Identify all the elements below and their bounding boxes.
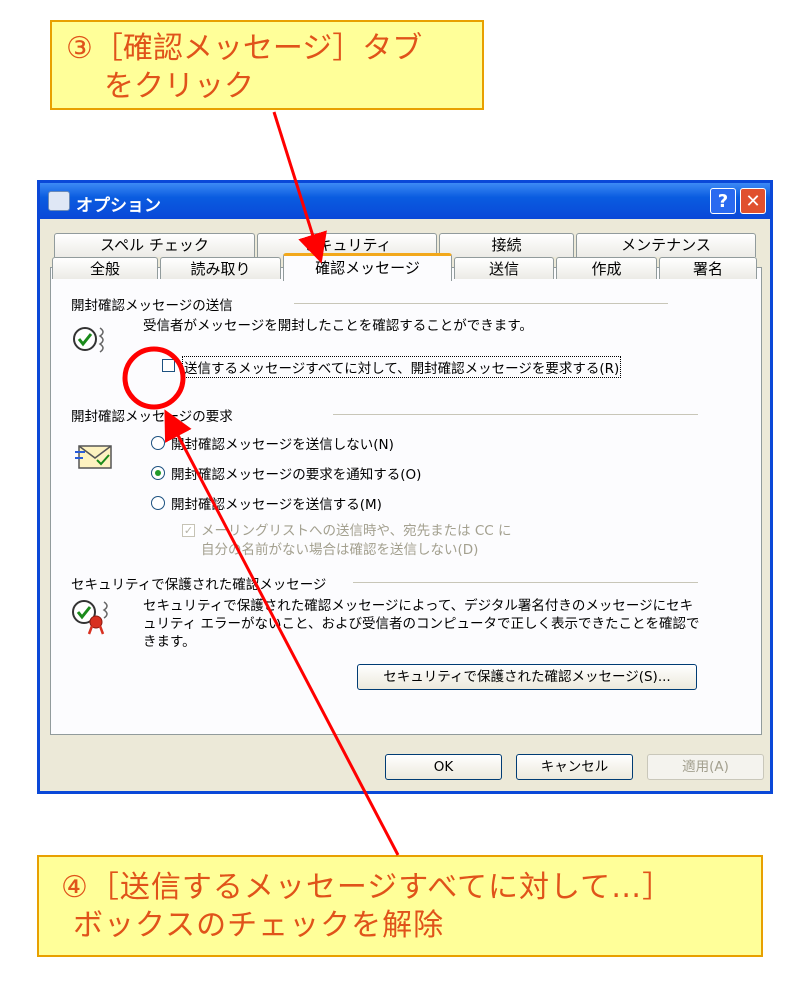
secure-receipt-description-line3: きます。: [143, 634, 196, 650]
callout-step-3: ③［確認メッセージ］タブ をクリック: [50, 20, 484, 110]
tab-signatures[interactable]: 署名: [659, 257, 757, 279]
help-button[interactable]: ?: [710, 188, 736, 214]
never-send-receipt-label[interactable]: 開封確認メッセージを送信しない(N): [171, 433, 394, 453]
tab-general[interactable]: 全般: [52, 257, 158, 279]
notify-receipt-radio[interactable]: [151, 466, 165, 480]
callout-step-4-line1: ④［送信するメッセージすべてに対して…］: [61, 870, 674, 905]
tab-read[interactable]: 読み取り: [160, 257, 281, 279]
title-bar[interactable]: オプション ? ✕: [40, 183, 770, 219]
tab-connection[interactable]: 接続: [439, 233, 574, 257]
mailing-list-label-line2[interactable]: 自分の名前がない場合は確認を送信しない(D): [201, 538, 478, 558]
always-send-receipt-label[interactable]: 開封確認メッセージを送信する(M): [171, 493, 382, 513]
tab-spell-check[interactable]: スペル チェック: [54, 233, 255, 257]
secure-receipt-ribbon-icon: [72, 600, 108, 635]
section-heading-secure-receipt: セキュリティで保護された確認メッセージ: [71, 577, 327, 593]
app-icon: [48, 191, 70, 211]
callout-step-3-line2: をクリック: [104, 69, 254, 104]
notify-receipt-label[interactable]: 開封確認メッセージの要求を通知する(O): [171, 463, 421, 483]
section-heading-request-receipt: 開封確認メッセージの要求: [71, 409, 233, 425]
section-divider: [353, 582, 698, 583]
tab-compose[interactable]: 作成: [556, 257, 657, 279]
request-all-receipt-checkbox[interactable]: [162, 359, 175, 372]
callout-step-3-line1: ③［確認メッセージ］タブ: [66, 31, 423, 66]
checkmark-receipt-icon: [73, 327, 104, 353]
secure-receipt-description-line2: ュリティ エラーがないこと、および受信者のコンピュータで正しく表示できたことを確…: [143, 616, 700, 632]
tab-send[interactable]: 送信: [454, 257, 554, 279]
secure-receipt-description-line1: セキュリティで保護された確認メッセージによって、デジタル署名付きのメッセージにセ…: [143, 598, 694, 614]
section-divider: [333, 414, 698, 415]
callout-step-4-line2: ボックスのチェックを解除: [73, 908, 445, 943]
send-receipt-description: 受信者がメッセージを開封したことを確認することができます。: [143, 318, 533, 334]
mail-receipt-icon: [75, 445, 112, 469]
section-divider: [294, 303, 668, 304]
never-send-receipt-radio[interactable]: [151, 436, 165, 450]
tab-panel-receipts: 開封確認メッセージの送信 受信者がメッセージを開封したことを確認することができま…: [50, 267, 762, 735]
section-heading-send-receipt: 開封確認メッセージの送信: [71, 298, 233, 314]
mailing-list-label-line1[interactable]: メーリングリストへの送信時や、宛先または CC に: [201, 519, 512, 539]
request-all-receipt-label[interactable]: 送信するメッセージすべてに対して、開封確認メッセージを要求する(R): [182, 356, 622, 378]
close-button[interactable]: ✕: [740, 188, 766, 214]
tab-maintenance[interactable]: メンテナンス: [576, 233, 756, 257]
secure-receipt-button[interactable]: セキュリティで保護された確認メッセージ(S)...: [357, 664, 697, 690]
always-send-receipt-radio[interactable]: [151, 496, 165, 510]
tab-receipts[interactable]: 確認メッセージ: [283, 253, 452, 281]
cancel-button[interactable]: キャンセル: [516, 754, 633, 780]
dialog-title: オプション: [76, 196, 161, 216]
callout-step-4: ④［送信するメッセージすべてに対して…］ ボックスのチェックを解除: [37, 855, 763, 957]
apply-button[interactable]: 適用(A): [647, 754, 764, 780]
options-dialog: オプション ? ✕ スペル チェック セキュリティ 接続 メンテナンス 全般 読…: [37, 180, 773, 794]
ok-button[interactable]: OK: [385, 754, 502, 780]
radio-selected-dot: [155, 470, 161, 476]
mailing-list-checkbox[interactable]: ✓: [182, 524, 195, 537]
